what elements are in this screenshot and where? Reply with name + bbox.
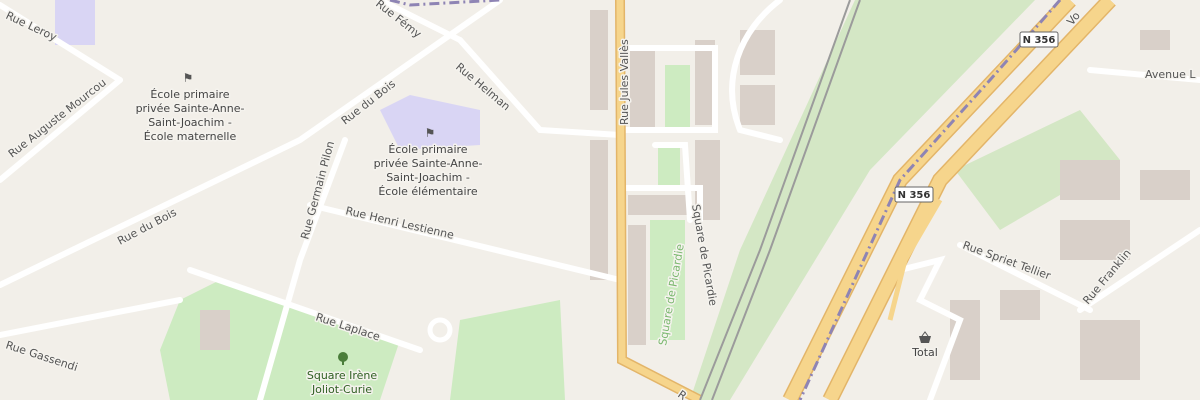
poi-label-line: Saint-Joachim -: [386, 171, 470, 184]
poi-label-line: Saint-Joachim -: [148, 116, 232, 129]
building: [1060, 160, 1120, 200]
shield-n356-top: N 356: [1019, 31, 1059, 48]
building: [1000, 290, 1040, 320]
label-rue-auguste-mourcou: Rue Auguste Mourcou: [6, 76, 109, 160]
map-view[interactable]: Rue Leroy Rue Auguste Mourcou Rue du Boi…: [0, 0, 1200, 400]
poi-label-line: École primaire: [388, 143, 467, 156]
poi-total[interactable]: Total: [910, 331, 939, 361]
label-rue-leroy: Rue Leroy: [4, 9, 59, 44]
building: [590, 10, 608, 110]
boundary-line-top: [389, 0, 501, 7]
school-icon: ⚑: [425, 126, 436, 140]
road-rue-gassendi: [0, 297, 183, 338]
label-rue-jules-valles: Rue Jules Vallès: [618, 39, 631, 125]
poi-label-total: Total: [911, 346, 938, 359]
poi-label-line: Square Irène: [307, 369, 377, 382]
building: [630, 50, 655, 130]
building: [1140, 30, 1170, 50]
school-elementaire-area: [380, 95, 480, 150]
building: [590, 140, 608, 280]
roundabout: [427, 317, 453, 343]
sports-field: [450, 300, 565, 400]
label-rue-henri-lestienne: Rue Henri Lestienne: [344, 204, 455, 242]
shop-basket-icon: [919, 331, 931, 343]
label-avenue: Avenue L: [1145, 68, 1196, 81]
map-canvas[interactable]: Rue Leroy Rue Auguste Mourcou Rue du Boi…: [0, 0, 1200, 400]
garden-2: [658, 148, 680, 188]
building: [1080, 320, 1140, 380]
garden-1: [665, 65, 690, 128]
poi-label-line: École maternelle: [144, 130, 237, 143]
poi-label-line: École primaire: [150, 88, 229, 101]
poi-label-line: Joliot-Curie: [311, 383, 372, 396]
label-rue-spriet-tellier: Rue Spriet Tellier: [961, 239, 1053, 283]
poi-label-line: privée Sainte-Anne-: [136, 102, 245, 115]
shield-n356-mid: N 356: [894, 186, 934, 203]
poi-label-line: privée Sainte-Anne-: [374, 157, 483, 170]
road-rue-auguste-mourcou: [0, 77, 123, 183]
label-rue-germain-pilon: Rue Germain Pilon: [298, 140, 337, 241]
poi-school-maternelle[interactable]: ⚑ École primaire privée Sainte-Anne- Sai…: [134, 71, 246, 145]
shield-label: N 356: [1023, 35, 1056, 46]
school-areas: [55, 0, 480, 150]
poi-label-line: École élémentaire: [378, 185, 477, 198]
building: [1140, 170, 1190, 200]
building: [740, 85, 775, 125]
building: [628, 195, 688, 215]
label-rue-gassendi: Rue Gassendi: [4, 338, 79, 374]
school-icon: ⚑: [183, 71, 194, 85]
school-maternelle-area: [55, 0, 95, 45]
shield-label: N 356: [898, 190, 931, 201]
building: [628, 225, 646, 345]
building: [200, 310, 230, 350]
